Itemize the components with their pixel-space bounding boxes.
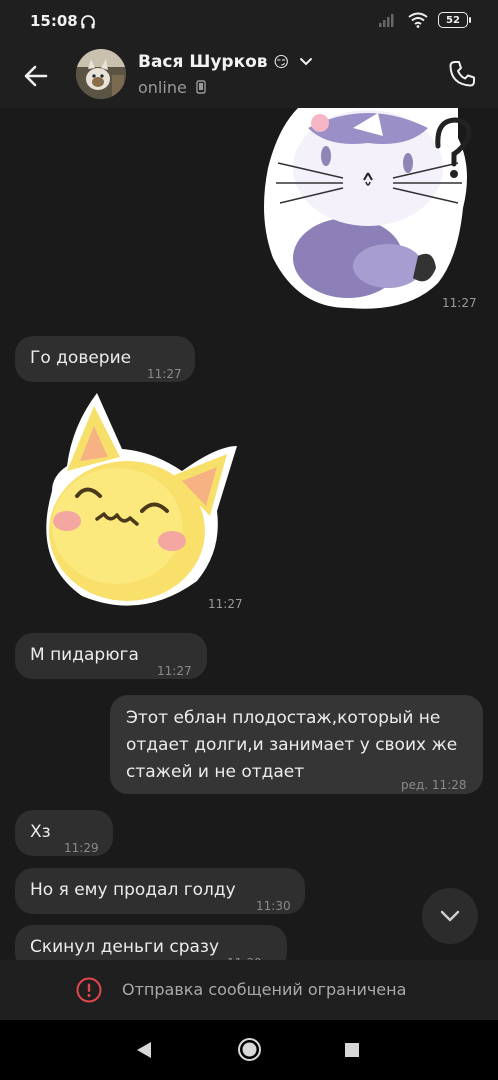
contact-name[interactable]: Вася Шурков 😏	[138, 52, 313, 72]
chat-header: Вася Шурков 😏 online	[0, 44, 498, 108]
message-text: Го доверие	[30, 348, 132, 368]
message-time: 11:30	[227, 950, 262, 960]
scroll-to-bottom-button[interactable]	[422, 888, 478, 944]
message-text: Скинул деньги сразу	[30, 937, 220, 957]
message-time: 11:30	[256, 899, 291, 913]
system-nav-bar	[0, 1020, 498, 1080]
message-time: 11:27	[157, 664, 192, 678]
nav-home-icon[interactable]	[237, 1037, 262, 1062]
message-time: 11:27	[147, 367, 182, 381]
avatar[interactable]	[76, 49, 126, 99]
message-bubble-outgoing[interactable]: Этот еблан плодостаж,который не отдает д…	[110, 695, 483, 794]
smirk-emoji: 😏	[273, 53, 290, 71]
message-list[interactable]: 11:27 Го доверие 11:27 11:27 М пидарюга …	[0, 108, 498, 960]
chevron-down-icon	[440, 910, 460, 922]
sticker-time: 11:27	[442, 296, 477, 310]
battery-level: 52	[446, 14, 460, 26]
status-text: online	[138, 78, 187, 97]
sticker-confused-hamster[interactable]	[258, 108, 478, 313]
back-arrow-icon[interactable]	[20, 60, 52, 92]
nav-recents-icon[interactable]	[344, 1042, 360, 1058]
nav-back-icon[interactable]	[135, 1040, 153, 1060]
alert-circle-icon	[76, 977, 102, 1003]
message-bubble-incoming[interactable]: Скинул деньги сразу 11:30	[15, 925, 287, 960]
message-bubble-incoming[interactable]: Го доверие 11:27	[15, 336, 195, 382]
message-text: М пидарюга	[30, 645, 139, 665]
battery-icon: 52	[438, 12, 471, 28]
restriction-text: Отправка сообщений ограничена	[122, 980, 407, 999]
signal-icon	[379, 14, 394, 27]
message-bubble-incoming[interactable]: Но я ему продал голду 11:30	[15, 868, 305, 914]
message-bubble-incoming[interactable]: М пидарюга 11:27	[15, 633, 207, 679]
mobile-device-icon	[196, 80, 206, 94]
message-text: Хз	[30, 822, 51, 842]
avatar-image	[76, 49, 126, 99]
sticker-time: 11:27	[208, 597, 243, 611]
hamster-sticker-image	[264, 108, 472, 309]
headphones-icon	[81, 15, 95, 29]
message-time: 11:29	[64, 841, 99, 855]
chevron-down-icon[interactable]	[299, 57, 313, 67]
contact-status: online	[138, 78, 206, 97]
sticker-smiling-cat-face[interactable]	[22, 391, 242, 613]
wifi-icon	[408, 12, 428, 28]
message-bubble-incoming[interactable]: Хз 11:29	[15, 810, 113, 856]
message-time-edited: ред. 11:28	[401, 778, 467, 792]
cat-sticker-image	[46, 393, 238, 606]
messaging-restricted-bar: Отправка сообщений ограничена	[0, 960, 498, 1020]
status-time: 15:08	[30, 12, 78, 30]
status-bar: 15:08 52	[0, 0, 498, 44]
message-line: Этот еблан плодостаж,который не	[126, 708, 441, 728]
message-line: отдает долги,и занимает у своих же	[126, 735, 458, 755]
contact-name-text: Вася Шурков	[138, 52, 268, 72]
phone-icon[interactable]	[446, 58, 478, 90]
message-text: Но я ему продал голду	[30, 880, 236, 900]
